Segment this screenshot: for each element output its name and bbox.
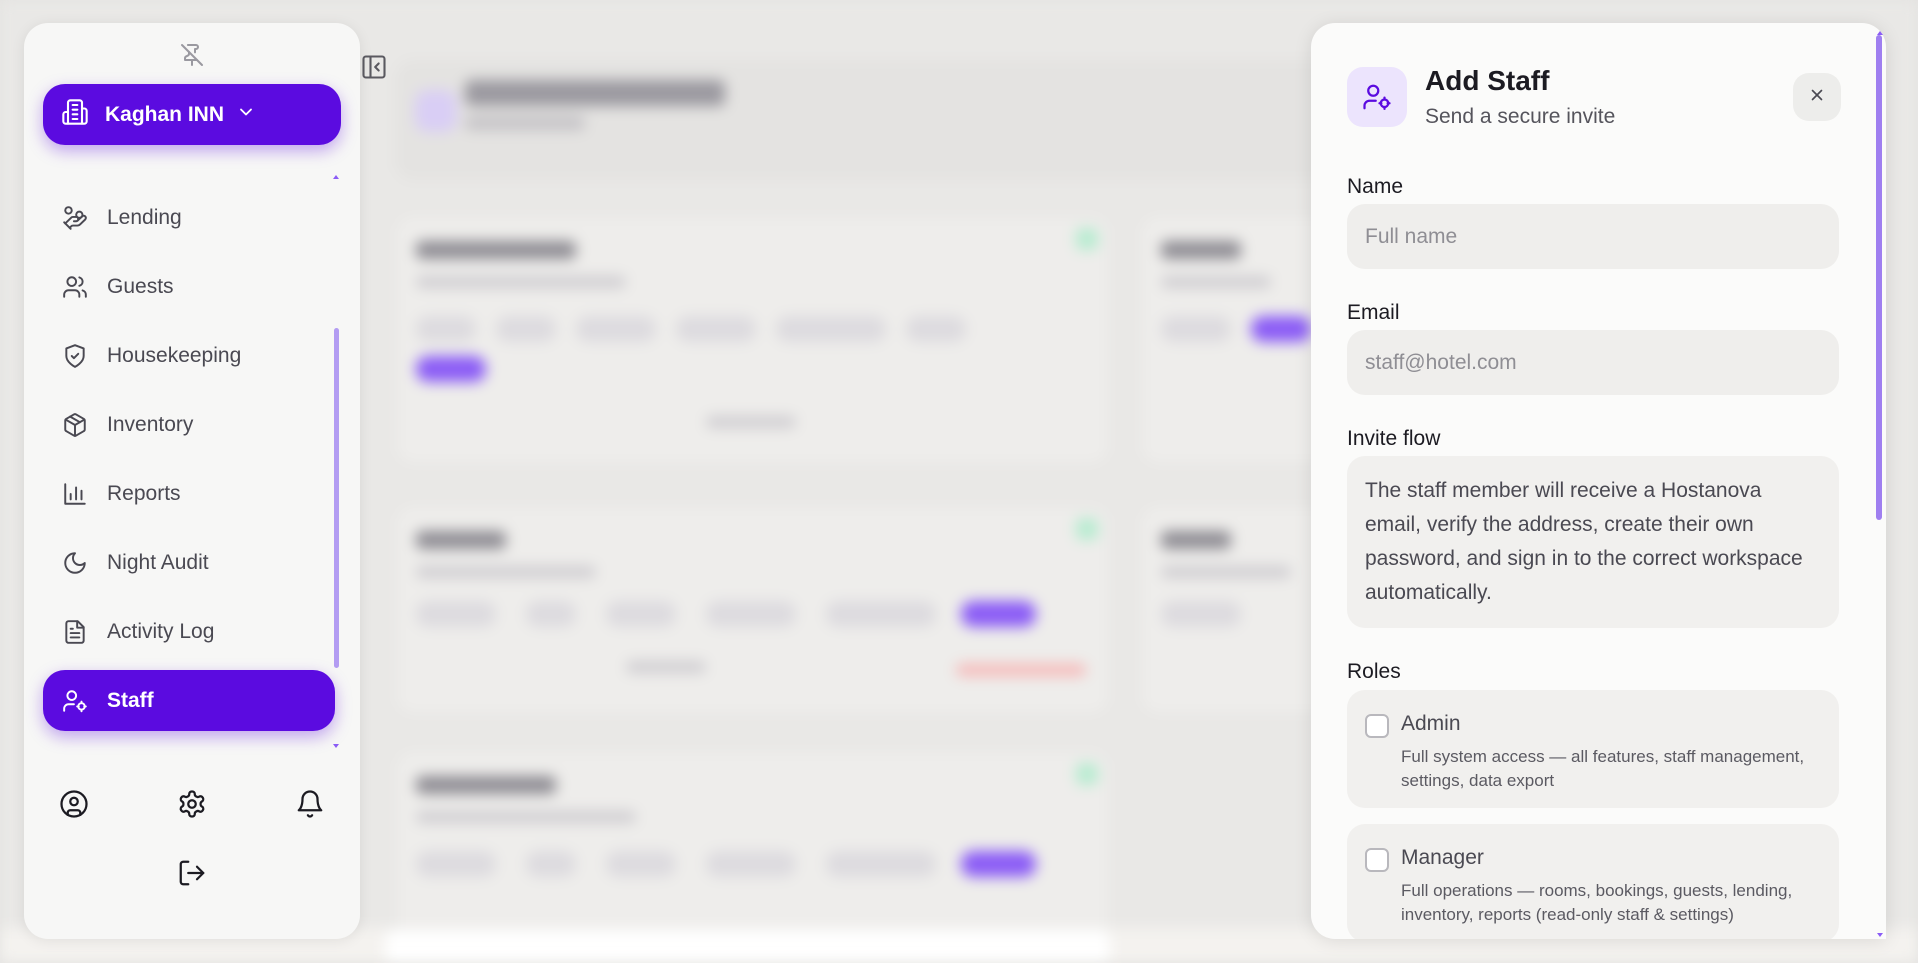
sidebar-item-activity-log[interactable]: Activity Log (43, 601, 335, 662)
name-field[interactable] (1347, 204, 1839, 269)
panel-scrollbar[interactable] (1876, 35, 1882, 520)
document-icon (61, 618, 89, 646)
sidebar-item-lending[interactable]: Lending (43, 187, 335, 248)
nav-scroll-up-arrow[interactable] (332, 168, 340, 179)
bg-card (395, 750, 1110, 950)
logout-icon[interactable] (176, 857, 208, 889)
role-name: Admin (1401, 712, 1461, 735)
sidebar-item-inventory[interactable]: Inventory (43, 394, 335, 455)
bg-card (1140, 215, 1340, 465)
sidebar-item-label: Night Audit (107, 550, 209, 574)
close-icon (1808, 86, 1826, 109)
collapse-sidebar-icon[interactable] (360, 53, 388, 81)
building-icon (61, 98, 89, 131)
sidebar-item-label: Staff (107, 688, 154, 712)
role-name: Manager (1401, 846, 1484, 869)
email-field[interactable] (1347, 330, 1839, 395)
users-icon (61, 273, 89, 301)
bg-card (395, 215, 1110, 465)
sidebar-item-reports[interactable]: Reports (43, 463, 335, 524)
sidebar: Kaghan INN Lending Guests Housekeeping I… (24, 23, 360, 939)
sidebar-item-label: Guests (107, 274, 174, 298)
email-label: Email (1347, 301, 1400, 324)
package-icon (61, 411, 89, 439)
unpin-icon[interactable] (180, 43, 204, 67)
hand-coins-icon (61, 204, 89, 232)
sidebar-item-label: Reports (107, 481, 181, 505)
user-cog-icon (1347, 67, 1407, 127)
role-description: Full operations — rooms, bookings, guest… (1401, 881, 1793, 924)
roles-label: Roles (1347, 660, 1401, 683)
role-option-admin[interactable]: Admin Full system access — all features,… (1347, 690, 1839, 808)
invite-flow-label: Invite flow (1347, 427, 1441, 450)
hotel-name: Kaghan INN (105, 102, 225, 126)
chevron-down-icon (236, 102, 256, 127)
sidebar-item-label: Lending (107, 205, 182, 229)
sidebar-item-label: Inventory (107, 412, 194, 436)
hotel-switcher-button[interactable]: Kaghan INN (43, 84, 341, 145)
panel-scroll-up-arrow[interactable] (1876, 24, 1884, 42)
nav-list: Lending Guests Housekeeping Inventory Re… (43, 187, 335, 739)
manager-checkbox[interactable] (1365, 848, 1389, 872)
role-option-manager[interactable]: Manager Full operations — rooms, booking… (1347, 824, 1839, 939)
role-description: Full system access — all features, staff… (1401, 747, 1805, 790)
moon-icon (61, 549, 89, 577)
panel-title: Add Staff (1425, 65, 1550, 96)
sidebar-item-label: Activity Log (107, 619, 215, 643)
sidebar-item-guests[interactable]: Guests (43, 256, 335, 317)
bg-card (1140, 505, 1340, 715)
profile-icon[interactable] (58, 788, 90, 820)
sidebar-item-staff[interactable]: Staff (43, 670, 335, 731)
shield-check-icon (61, 342, 89, 370)
panel-subtitle: Send a secure invite (1425, 105, 1616, 128)
panel-scroll-down-arrow[interactable] (1876, 926, 1884, 944)
user-cog-icon (61, 687, 89, 715)
admin-checkbox[interactable] (1365, 714, 1389, 738)
sidebar-item-label: Housekeeping (107, 343, 242, 367)
settings-icon[interactable] (176, 788, 208, 820)
name-label: Name (1347, 175, 1404, 198)
bg-card (395, 505, 1110, 715)
bar-chart-icon (61, 480, 89, 508)
invite-flow-info: The staff member will receive a Hostanov… (1347, 456, 1839, 628)
sidebar-item-night-audit[interactable]: Night Audit (43, 532, 335, 593)
bell-icon[interactable] (294, 788, 326, 820)
sidebar-item-housekeeping[interactable]: Housekeeping (43, 325, 335, 386)
add-staff-panel: Add Staff Send a secure invite Name Emai… (1311, 23, 1886, 939)
close-button[interactable] (1793, 73, 1841, 121)
